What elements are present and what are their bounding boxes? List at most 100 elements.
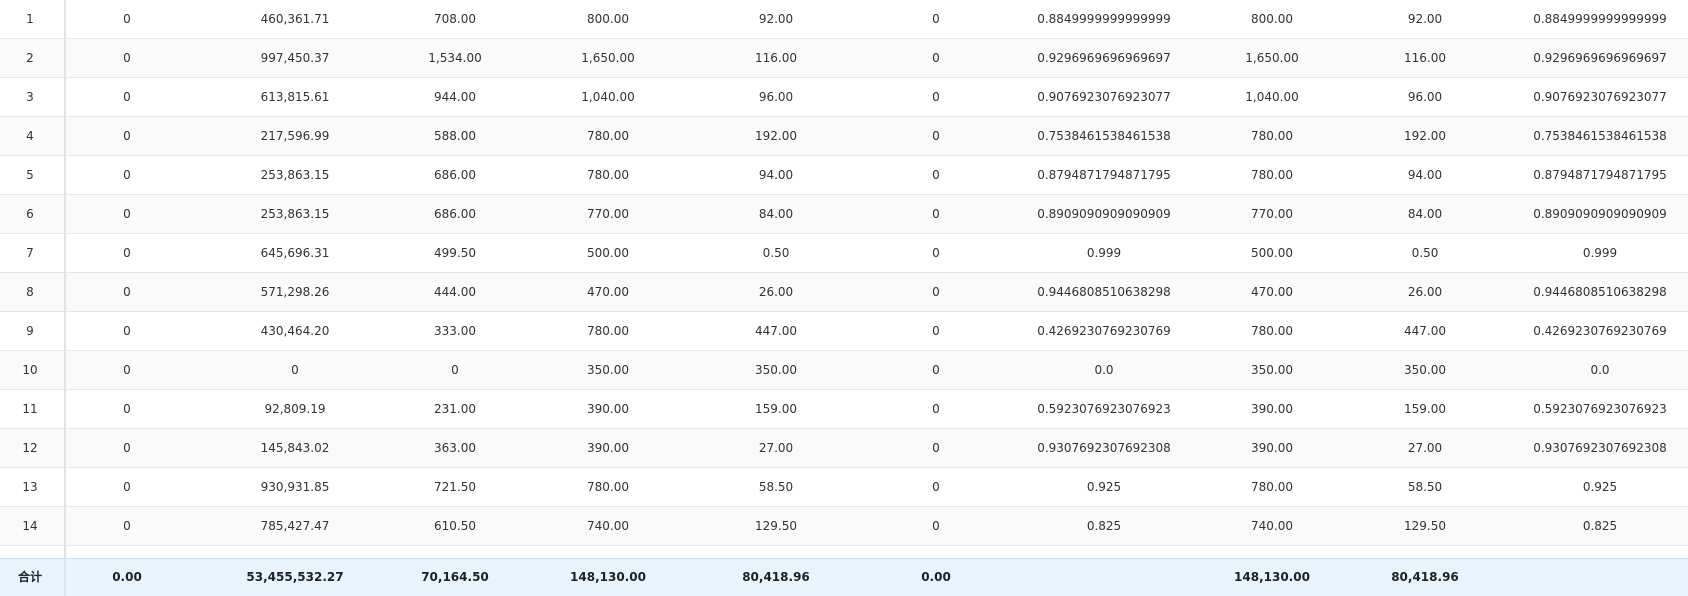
col-7-cell: 0: [932, 51, 940, 65]
col-8-cell: 0.9307692307692308: [1037, 441, 1171, 455]
col-2-cell: 0: [123, 402, 131, 416]
col-6-cell: 94.00: [758, 168, 794, 182]
col-11-cell: 0.9076923076923077: [1533, 90, 1667, 104]
col-10-cell: 192.00: [1404, 129, 1446, 143]
row-index-cell: 3: [26, 90, 34, 104]
col-8-cell: 0.4269230769230769: [1037, 324, 1171, 338]
col-5-cell: 350.00: [587, 363, 629, 377]
col-7-cell: 0: [932, 90, 940, 104]
table-row[interactable]: 4 0 217,596.99 588.00 780.00 192.00 0 0.7538461…: [0, 117, 1688, 156]
col-9-cell: 800.00: [1251, 12, 1293, 26]
col-11-cell: 0.825: [1582, 519, 1618, 533]
col-7-cell: 0: [932, 207, 940, 221]
col-7-cell: 0: [932, 246, 940, 260]
col-3-cell: 997,450.37: [260, 51, 330, 65]
table-row[interactable]: 14 0 785,427.47 610.50 740.00 129.50 0 0.825 740…: [0, 507, 1688, 546]
col-9-cell: 780.00: [1251, 129, 1293, 143]
summary-row: 合计 0.00 53,455,532.27 70,164.50 148,130.00 80…: [0, 558, 1688, 596]
summary-col-4-cell: 70,164.50: [421, 570, 489, 584]
table-row[interactable]: 5 0 253,863.15 686.00 780.00 94.00 0 0.87948717…: [0, 156, 1688, 195]
col-4-cell: 0: [451, 363, 459, 377]
col-8-cell: 0.7538461538461538: [1037, 129, 1171, 143]
table-row[interactable]: 9 0 430,464.20 333.00 780.00 447.00 0 0.4269230…: [0, 312, 1688, 351]
col-6-cell: 192.00: [755, 129, 797, 143]
col-4-cell: 944.00: [434, 90, 476, 104]
col-10-cell: 0.50: [1411, 246, 1439, 260]
table-row[interactable]: 13 0 930,931.85 721.50 780.00 58.50 0 0.925 780.…: [0, 468, 1688, 507]
col-10-cell: 116.00: [1404, 51, 1446, 65]
table-row[interactable]: 11 0 92,809.19 231.00 390.00 159.00 0 0.5923076…: [0, 390, 1688, 429]
col-6-cell: 159.00: [755, 402, 797, 416]
col-2-cell: 0: [123, 51, 131, 65]
col-10-cell: 447.00: [1404, 324, 1446, 338]
row-index-cell: 9: [26, 324, 34, 338]
col-4-cell: 363.00: [434, 441, 476, 455]
col-5-cell: 780.00: [587, 324, 629, 338]
col-4-cell: 686.00: [434, 207, 476, 221]
row-index-cell: 8: [26, 285, 34, 299]
col-11-cell: 0.9446808510638298: [1533, 285, 1667, 299]
summary-col-5-cell: 148,130.00: [570, 570, 646, 584]
col-8-cell: 0.0: [1094, 363, 1114, 377]
table-row[interactable]: 2 0 997,450.37 1,534.00 1,650.00 116.00 0 0.929…: [0, 39, 1688, 78]
col-7-cell: 0: [932, 285, 940, 299]
summary-col-2-cell: 0.00: [112, 570, 142, 584]
col-7-cell: 0: [932, 402, 940, 416]
col-4-cell: 686.00: [434, 168, 476, 182]
col-8-cell: 0.9076923076923077: [1037, 90, 1171, 104]
table-row[interactable]: 10 0 0 0 350.00 350.00 0 0.0 350.00 350.00 0.0: [0, 351, 1688, 390]
table-row[interactable]: 12 0 145,843.02 363.00 390.00 27.00 0 0.9307692…: [0, 429, 1688, 468]
col-2-cell: 0: [123, 480, 131, 494]
col-10-cell: 94.00: [1407, 168, 1443, 182]
col-8-cell: 0.5923076923076923: [1037, 402, 1171, 416]
col-3-cell: 253,863.15: [260, 168, 330, 182]
table-row[interactable]: 1 0 460,361.71 708.00 800.00 92.00 0 0.88499999…: [0, 0, 1688, 39]
row-index-cell: 11: [22, 402, 38, 416]
col-7-cell: 0: [932, 12, 940, 26]
col-4-cell: 1,534.00: [428, 51, 482, 65]
col-4-cell: 499.50: [434, 246, 476, 260]
col-10-cell: 159.00: [1404, 402, 1446, 416]
col-8-cell: 0.925: [1086, 480, 1122, 494]
table-row[interactable]: 6 0 253,863.15 686.00 770.00 84.00 0 0.89090909…: [0, 195, 1688, 234]
col-9-cell: 470.00: [1251, 285, 1293, 299]
col-10-cell: 92.00: [1407, 12, 1443, 26]
col-11-cell: 0.5923076923076923: [1533, 402, 1667, 416]
col-3-cell: 145,843.02: [260, 441, 330, 455]
col-9-cell: 780.00: [1251, 168, 1293, 182]
col-6-cell: 92.00: [758, 12, 794, 26]
col-9-cell: 780.00: [1251, 324, 1293, 338]
col-5-cell: 500.00: [587, 246, 629, 260]
col-9-cell: 740.00: [1251, 519, 1293, 533]
col-6-cell: 84.00: [758, 207, 794, 221]
col-3-cell: 0: [291, 363, 299, 377]
summary-col-8-cell: [999, 559, 1209, 596]
col-11-cell: 0.8849999999999999: [1533, 12, 1667, 26]
col-6-cell: 27.00: [758, 441, 794, 455]
col-6-cell: 116.00: [755, 51, 797, 65]
col-7-cell: 0: [932, 519, 940, 533]
col-2-cell: 0: [123, 441, 131, 455]
col-4-cell: 588.00: [434, 129, 476, 143]
col-9-cell: 390.00: [1251, 402, 1293, 416]
col-9-cell: 1,040.00: [1245, 90, 1299, 104]
col-5-cell: 390.00: [587, 441, 629, 455]
col-8-cell: 0.8794871794871795: [1037, 168, 1171, 182]
col-2-cell: 0: [123, 90, 131, 104]
col-3-cell: 571,298.26: [260, 285, 330, 299]
col-4-cell: 708.00: [434, 12, 476, 26]
table-row[interactable]: 8 0 571,298.26 444.00 470.00 26.00 0 0.94468085…: [0, 273, 1688, 312]
col-7-cell: 0: [932, 324, 940, 338]
col-7-cell: 0: [932, 480, 940, 494]
col-3-cell: 217,596.99: [260, 129, 330, 143]
col-2-cell: 0: [123, 168, 131, 182]
row-index-cell: 2: [26, 51, 34, 65]
col-11-cell: 0.8909090909090909: [1533, 207, 1667, 221]
table-row[interactable]: 7 0 645,696.31 499.50 500.00 0.50 0 0.999 500.00…: [0, 234, 1688, 273]
table-row[interactable]: 3 0 613,815.61 944.00 1,040.00 96.00 0 0.907692…: [0, 78, 1688, 117]
col-10-cell: 96.00: [1407, 90, 1443, 104]
col-9-cell: 1,650.00: [1245, 51, 1299, 65]
col-3-cell: 430,464.20: [260, 324, 330, 338]
col-8-cell: 0.999: [1086, 246, 1122, 260]
row-index-cell: 5: [26, 168, 34, 182]
